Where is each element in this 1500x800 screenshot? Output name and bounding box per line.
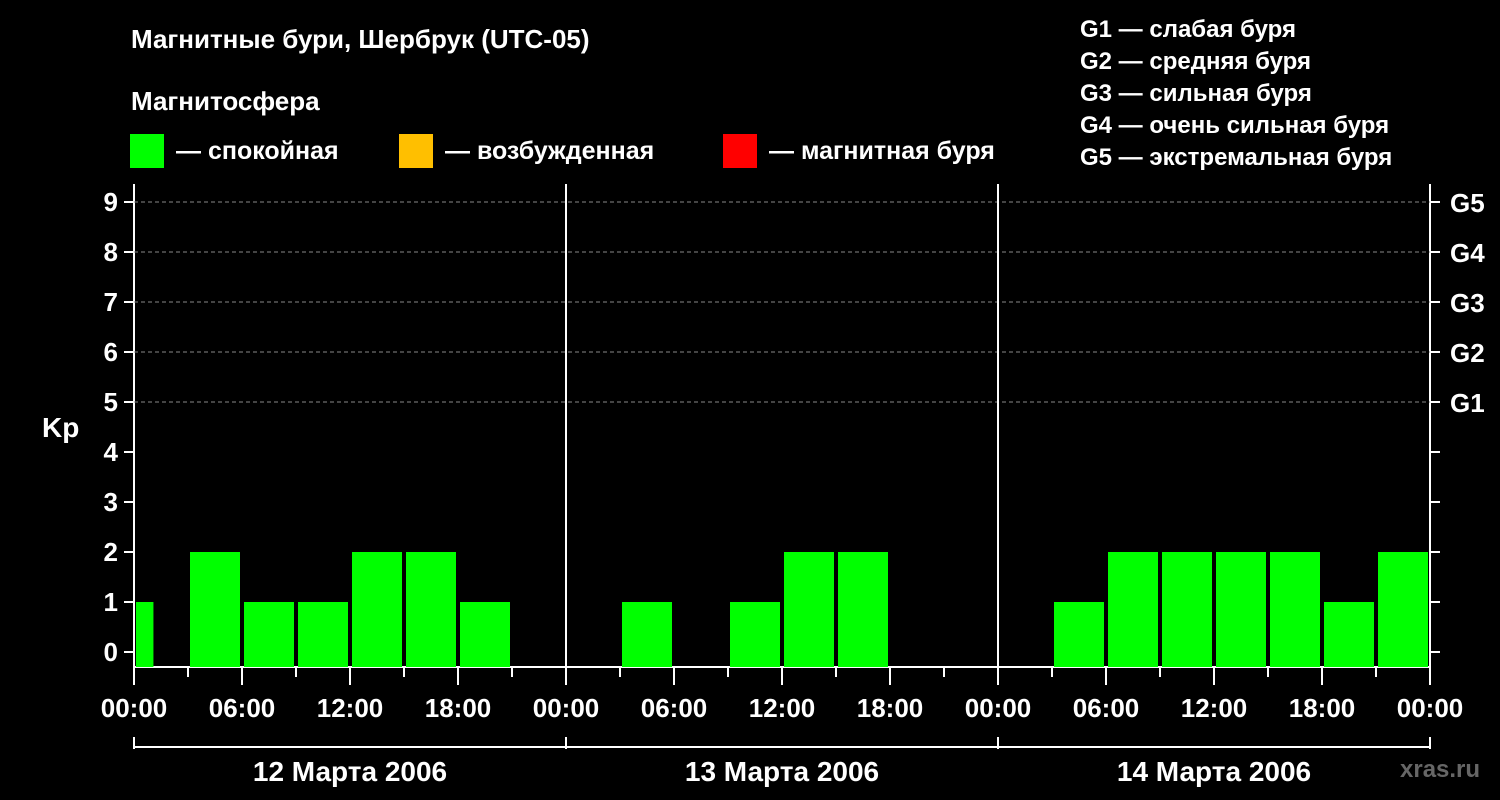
kp-bar (190, 552, 240, 667)
x-tick-label: 18:00 (857, 693, 924, 723)
day-label: 12 Марта 2006 (253, 756, 447, 787)
x-tick-label: 06:00 (641, 693, 708, 723)
kp-bar (352, 552, 402, 667)
x-tick-label: 00:00 (1397, 693, 1464, 723)
x-tick-label: 00:00 (533, 693, 600, 723)
y-tick-label: 3 (104, 487, 118, 517)
y-tick-label: 4 (104, 437, 119, 467)
g-scale-label: G1 (1450, 388, 1485, 418)
x-tick-label: 00:00 (965, 693, 1032, 723)
kp-bar (1216, 552, 1266, 667)
kp-bar (1378, 552, 1428, 667)
g-scale-label: G2 (1450, 338, 1485, 368)
x-tick-label: 18:00 (1289, 693, 1356, 723)
y-tick-label: 8 (104, 237, 118, 267)
kp-bar (1324, 602, 1374, 667)
kp-bar (460, 602, 510, 667)
y-tick-label: 0 (104, 637, 118, 667)
g-scale-label: G3 (1450, 288, 1485, 318)
day-label: 13 Марта 2006 (685, 756, 879, 787)
kp-bar (1108, 552, 1158, 667)
kp-bar (730, 602, 780, 667)
kp-bar (406, 552, 456, 667)
day-label: 14 Марта 2006 (1117, 756, 1311, 787)
kp-bar (784, 552, 834, 667)
kp-bar (244, 602, 294, 667)
kp-bar (838, 552, 888, 667)
y-tick-label: 2 (104, 537, 118, 567)
kp-bar (1270, 552, 1320, 667)
x-tick-label: 06:00 (1073, 693, 1140, 723)
x-tick-label: 18:00 (425, 693, 492, 723)
kp-bar (1054, 602, 1104, 667)
kp-bar (1162, 552, 1212, 667)
kp-bar (622, 602, 672, 667)
y-tick-label: 6 (104, 337, 118, 367)
x-tick-label: 00:00 (101, 693, 168, 723)
kp-bar (136, 602, 154, 667)
kp-chart: 0 1 2 3 4 5 6 7 8 9 G1 G2 G3 G4 G5 Kp 00:00 06:00 12:00 18:… (42, 184, 1485, 787)
kp-bar (298, 602, 348, 667)
x-tick-label: 12:00 (1181, 693, 1248, 723)
y-tick-label: 5 (104, 387, 118, 417)
y-tick-label: 7 (104, 287, 118, 317)
watermark: xras.ru (1400, 756, 1481, 783)
g-scale-label: G4 (1450, 238, 1485, 268)
x-tick-label: 12:00 (317, 693, 384, 723)
g-scale-label: G5 (1450, 188, 1485, 218)
x-tick-label: 06:00 (209, 693, 276, 723)
y-tick-label: 9 (104, 187, 118, 217)
x-tick-label: 12:00 (749, 693, 816, 723)
y-tick-label: 1 (104, 587, 118, 617)
y-axis-label: Kp (42, 412, 79, 443)
